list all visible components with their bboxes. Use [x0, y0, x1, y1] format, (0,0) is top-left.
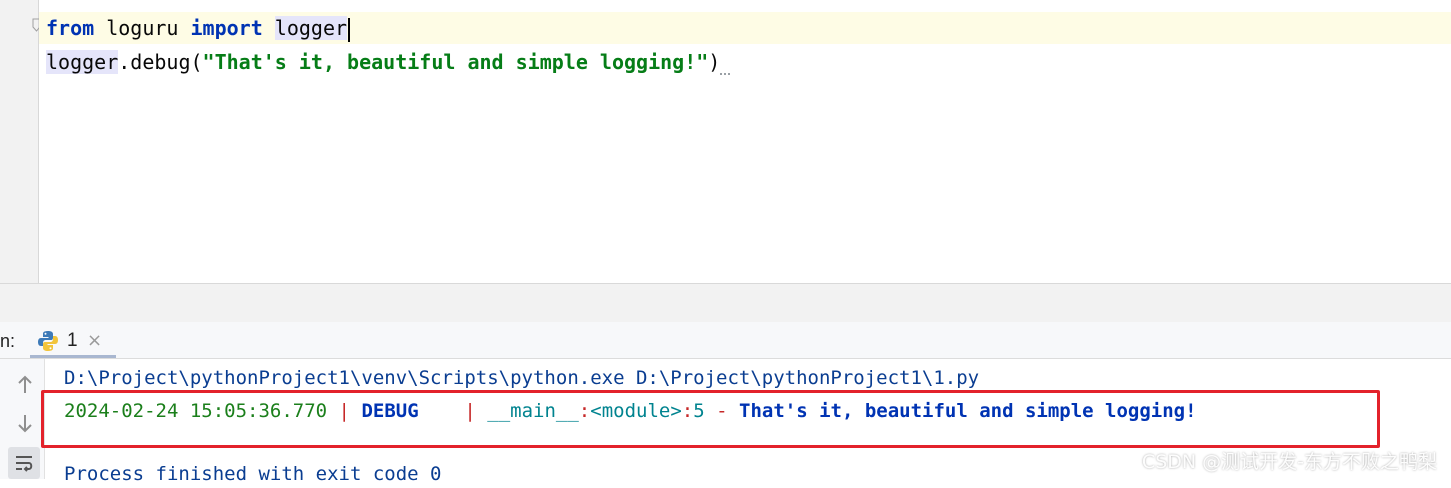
weak-warning-underline [720, 69, 731, 75]
code-editor[interactable]: from loguru import logger logger.debug("… [0, 0, 1451, 283]
code-line-2[interactable]: logger.debug("That's it, beautiful and s… [46, 46, 731, 78]
arrow-up-icon[interactable] [12, 372, 38, 398]
highlight-annotation-box [41, 390, 1380, 448]
python-icon [38, 331, 58, 351]
close-tab-icon[interactable]: × [87, 322, 102, 360]
keyword-import: import [190, 16, 263, 40]
text-caret [348, 17, 351, 42]
code-line-1[interactable]: from loguru import logger [46, 12, 351, 44]
arrow-down-icon[interactable] [12, 410, 38, 436]
imported-name: logger [274, 16, 348, 40]
run-tab-title: 1 [67, 330, 78, 351]
run-label: n: [0, 331, 16, 351]
module-name: loguru [94, 16, 191, 40]
keyword-from: from [46, 16, 95, 40]
console-exit-line: Process finished with exit code 0 [64, 463, 442, 485]
run-tool-header: n: 1 × [0, 322, 1451, 359]
closing-paren: ) [708, 50, 721, 74]
soft-wrap-toggle[interactable] [8, 447, 40, 479]
console-toolbar [0, 359, 45, 479]
string-literal: "That's it, beautiful and simple logging… [202, 50, 709, 74]
method-call: .debug( [118, 50, 203, 74]
run-tab[interactable]: 1 × [30, 322, 116, 358]
logger-reference: logger [46, 50, 119, 74]
panel-divider[interactable] [0, 283, 1451, 323]
soft-wrap-icon [16, 456, 33, 472]
console-command-line: D:\Project\pythonProject1\venv\Scripts\p… [64, 367, 980, 389]
editor-gutter [0, 0, 39, 283]
watermark: CSDN @测试开发-东方不败之鸭梨 [1141, 451, 1437, 473]
